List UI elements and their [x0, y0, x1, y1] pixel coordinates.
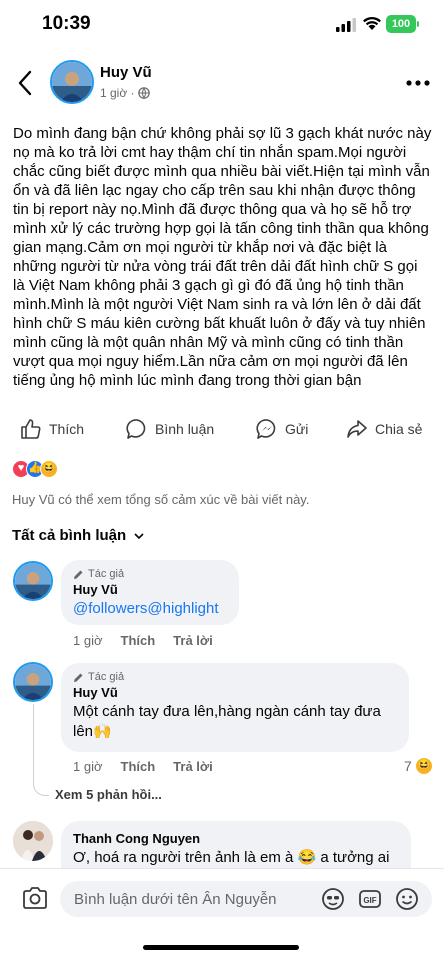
- thread-line: [33, 704, 49, 796]
- author-avatar[interactable]: [50, 60, 94, 104]
- author-badge: Tác giả: [73, 568, 227, 580]
- comment-author[interactable]: Thanh Cong Nguyen: [73, 831, 399, 846]
- messenger-icon: [256, 419, 276, 439]
- pencil-icon: [74, 570, 83, 579]
- share-label: Chia sẻ: [375, 421, 423, 437]
- comment-like-button[interactable]: Thích: [121, 633, 156, 648]
- more-options-icon[interactable]: [406, 80, 430, 86]
- comment-time: 1 giờ: [73, 633, 103, 648]
- like-button[interactable]: Thích: [20, 414, 84, 444]
- battery-icon: 100: [386, 15, 416, 33]
- comment-bubble[interactable]: Tác giả Huy Vũ Một cánh tay đưa lên,hàng…: [61, 663, 409, 752]
- camera-icon[interactable]: [22, 886, 48, 910]
- haha-reaction-icon: 😆: [414, 757, 433, 775]
- avatar-sticker-icon[interactable]: [321, 887, 345, 911]
- comment-time: 1 giờ: [73, 759, 103, 774]
- comment-composer: GIF: [0, 868, 444, 928]
- reaction-count: 7: [404, 758, 412, 774]
- comment-reply-button[interactable]: Trả lời: [173, 633, 213, 648]
- comment-text[interactable]: @followers@highlight: [73, 599, 227, 619]
- author-badge: Tác giả: [73, 671, 397, 683]
- comment-author[interactable]: Huy Vũ: [73, 685, 397, 700]
- home-indicator[interactable]: [143, 945, 299, 950]
- reaction-note: Huy Vũ có thể xem tổng số cảm xúc về bài…: [12, 492, 310, 507]
- gif-icon[interactable]: GIF: [358, 887, 382, 911]
- wifi-icon: [363, 16, 381, 30]
- pencil-icon: [74, 673, 83, 682]
- status-time: 10:39: [42, 13, 91, 34]
- globe-icon: [137, 87, 150, 99]
- emoji-icon[interactable]: [395, 887, 419, 911]
- comment-author[interactable]: Huy Vũ: [73, 582, 227, 597]
- avatar-image: [15, 664, 51, 700]
- comment-avatar[interactable]: [13, 821, 53, 861]
- comment-avatar[interactable]: [13, 662, 53, 702]
- haha-reaction-icon: 😆: [40, 460, 58, 478]
- comments-filter[interactable]: Tất cả bình luận: [12, 527, 144, 544]
- svg-text:GIF: GIF: [363, 896, 376, 905]
- comment-meta: 1 giờ Thích Trả lời: [73, 759, 213, 774]
- thumbs-up-icon: [21, 419, 41, 439]
- comment-text: Ơ, hoá ra người trên ảnh là em à 😂 a tưở…: [73, 849, 390, 866]
- avatar-image: [15, 563, 51, 599]
- post-meta: 1 giờ ·: [100, 86, 150, 100]
- comment-text: Một cánh tay đưa lên,hàng ngàn cánh tay …: [73, 703, 381, 740]
- comment-label: Bình luận: [155, 421, 215, 437]
- comment-meta: 1 giờ Thích Trả lời: [73, 633, 213, 648]
- battery-tip: [417, 21, 419, 27]
- author-badge-label: Tác giả: [88, 671, 125, 683]
- comments-filter-label: Tất cả bình luận: [12, 527, 127, 544]
- back-arrow-icon[interactable]: [18, 70, 32, 96]
- cellular-signal-icon: [336, 18, 356, 32]
- post-body-text: Do mình đang bận chứ không phải sợ lũ 3 …: [13, 125, 432, 389]
- comment-reaction-count[interactable]: 7 😆: [404, 757, 433, 775]
- send-label: Gửi: [285, 421, 309, 437]
- post-time: 1 giờ ·: [100, 86, 135, 100]
- comment-reply-button[interactable]: Trả lời: [173, 759, 213, 774]
- view-replies-link[interactable]: Xem 5 phản hồi...: [55, 787, 162, 802]
- chevron-down-icon: [134, 532, 144, 539]
- comment-bubble-icon: [126, 419, 146, 439]
- post-actions: Thích Bình luận Gửi Chia sẻ: [0, 414, 444, 446]
- status-bar: 10:39 100: [0, 0, 444, 50]
- comment-like-button[interactable]: Thích: [121, 759, 156, 774]
- comment-button[interactable]: Bình luận: [126, 414, 214, 444]
- share-button[interactable]: Chia sẻ: [346, 414, 422, 444]
- avatar-image: [13, 821, 53, 861]
- post-author-name[interactable]: Huy Vũ: [100, 64, 152, 81]
- avatar-image: [52, 62, 92, 102]
- post-header: Huy Vũ 1 giờ ·: [0, 58, 444, 108]
- send-button[interactable]: Gửi: [256, 414, 308, 444]
- share-arrow-icon: [347, 420, 367, 438]
- like-label: Thích: [49, 421, 85, 437]
- comment-bubble[interactable]: Tác giả Huy Vũ @followers@highlight: [61, 560, 239, 625]
- author-badge-label: Tác giả: [88, 568, 125, 580]
- reaction-icons[interactable]: ♥ 👍 😆: [12, 460, 58, 480]
- comment-avatar[interactable]: [13, 561, 53, 601]
